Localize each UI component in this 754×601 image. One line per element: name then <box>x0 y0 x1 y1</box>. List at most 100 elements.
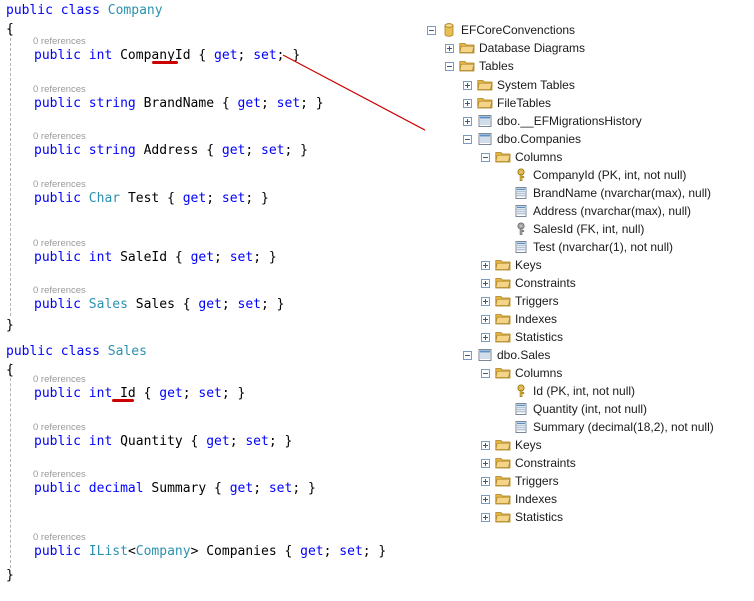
expand-plus-icon[interactable] <box>481 476 490 486</box>
tree-node[interactable]: Keys <box>481 437 542 453</box>
code-token-type: Company <box>107 3 163 18</box>
key-pk-icon <box>513 168 529 182</box>
code-token-kw: public <box>34 191 81 206</box>
tree-node[interactable]: Statistics <box>481 509 563 525</box>
collapse-minus-icon[interactable] <box>481 368 490 378</box>
tree-node[interactable]: BrandName (nvarchar(max), null) <box>499 185 711 201</box>
tree-node-label: System Tables <box>497 78 575 92</box>
tree-node[interactable]: Indexes <box>481 311 557 327</box>
tree-node-label: FileTables <box>497 96 552 110</box>
tree-node[interactable]: dbo.Companies <box>463 131 581 147</box>
collapse-minus-icon[interactable] <box>427 25 436 35</box>
code-token-kw: string <box>88 143 136 158</box>
folder-icon <box>495 456 511 470</box>
tree-node[interactable]: Indexes <box>481 491 557 507</box>
expand-plus-icon[interactable] <box>463 80 472 90</box>
code-token-brace: } <box>6 568 14 583</box>
code-token-id: Summary <box>151 481 207 496</box>
code-line: { <box>6 22 14 38</box>
code-token-punc: ; } <box>261 297 285 312</box>
tree-node-label: dbo.Companies <box>497 132 582 146</box>
collapse-minus-icon[interactable] <box>481 152 490 162</box>
collapse-minus-icon[interactable] <box>463 350 472 360</box>
tree-node[interactable]: Test (nvarchar(1), not null) <box>499 239 673 255</box>
code-token-punc <box>81 191 89 206</box>
expand-plus-icon[interactable] <box>463 98 472 108</box>
code-token-id: BrandName <box>143 96 215 111</box>
codelens-references-label[interactable]: 0 references <box>33 238 86 249</box>
tree-node[interactable]: Constraints <box>481 275 576 291</box>
expand-plus-icon[interactable] <box>445 43 454 53</box>
tree-node[interactable]: Statistics <box>481 329 563 345</box>
tree-node[interactable]: CompanyId (PK, int, not null) <box>499 167 686 183</box>
tree-node[interactable]: Address (nvarchar(max), null) <box>499 203 691 219</box>
code-token-kw: int <box>88 250 113 265</box>
expand-plus-icon[interactable] <box>481 296 490 306</box>
expand-plus-icon[interactable] <box>481 332 490 342</box>
tree-node[interactable]: Tables <box>445 58 514 74</box>
tree-node[interactable]: Id (PK, int, not null) <box>499 383 635 399</box>
code-line: public class Company <box>6 3 163 19</box>
expand-plus-icon[interactable] <box>481 440 490 450</box>
expand-plus-icon[interactable] <box>481 512 490 522</box>
tree-node[interactable]: SalesId (FK, int, null) <box>499 221 644 237</box>
code-token-punc <box>53 344 61 359</box>
code-token-kw: int <box>88 434 113 449</box>
code-token-punc: { <box>214 96 238 111</box>
collapse-minus-icon[interactable] <box>445 61 454 71</box>
codelens-references-label[interactable]: 0 references <box>33 422 86 433</box>
code-token-id: Quantity <box>120 434 183 449</box>
codelens-references-label[interactable]: 0 references <box>33 469 86 480</box>
tree-node[interactable]: Triggers <box>481 473 559 489</box>
collapse-minus-icon[interactable] <box>463 134 472 144</box>
tree-node[interactable]: Quantity (int, not null) <box>499 401 647 417</box>
tree-node[interactable]: Triggers <box>481 293 559 309</box>
code-editor-pane[interactable]: public class Company {public int Company I… <box>0 0 420 601</box>
red-underline-mark <box>152 61 178 64</box>
code-token-punc: ; } <box>292 481 316 496</box>
expand-plus-icon[interactable] <box>481 278 490 288</box>
codelens-references-label[interactable]: 0 references <box>33 285 86 296</box>
expand-plus-icon[interactable] <box>481 458 490 468</box>
code-token-id: Sales <box>135 297 175 312</box>
codelens-references-label[interactable]: 0 references <box>33 36 86 47</box>
expand-plus-icon[interactable] <box>481 314 490 324</box>
tree-node[interactable]: FileTables <box>463 95 551 111</box>
tree-node[interactable]: dbo.__EFMigrationsHistory <box>463 113 642 129</box>
tree-node-label: Indexes <box>515 312 558 326</box>
code-line: { <box>6 363 14 379</box>
code-token-kw: set <box>245 434 269 449</box>
code-token-kw: get <box>229 481 254 496</box>
expand-plus-icon[interactable] <box>481 494 490 504</box>
codelens-references-label[interactable]: 0 references <box>33 374 86 385</box>
code-token-kw: class <box>60 344 100 359</box>
indent-guide-sales-class <box>10 363 11 568</box>
tree-node[interactable]: EFCoreConvenctions <box>427 22 575 38</box>
tree-node[interactable]: Summary (decimal(18,2), not null) <box>499 419 714 435</box>
codelens-references-label[interactable]: 0 references <box>33 179 86 190</box>
code-token-punc: { <box>159 191 183 206</box>
code-token-punc: ; <box>221 297 238 312</box>
tree-node[interactable]: Columns <box>481 365 562 381</box>
tree-node-label: SalesId (FK, int, null) <box>533 222 645 236</box>
tree-node[interactable]: Database Diagrams <box>445 40 585 56</box>
tree-node-label: CompanyId (PK, int, not null) <box>533 168 687 182</box>
codelens-references-label[interactable]: 0 references <box>33 532 86 543</box>
code-token-punc: ; } <box>268 434 293 449</box>
code-token-punc <box>136 143 144 158</box>
object-explorer-tree[interactable]: EFCoreConvenctions Database Diagrams Table… <box>425 0 754 601</box>
folder-icon <box>495 330 511 344</box>
codelens-references-label[interactable]: 0 references <box>33 131 86 142</box>
tree-node-label: Columns <box>515 366 563 380</box>
code-token-punc: ; <box>245 143 262 158</box>
tree-node[interactable]: dbo.Sales <box>463 347 550 363</box>
codelens-references-label[interactable]: 0 references <box>33 84 86 95</box>
expand-plus-icon[interactable] <box>463 116 472 126</box>
code-token-type: Sales <box>107 344 147 359</box>
code-token-punc <box>81 434 89 449</box>
tree-node[interactable]: System Tables <box>463 77 575 93</box>
tree-node[interactable]: Constraints <box>481 455 576 471</box>
tree-node[interactable]: Columns <box>481 149 562 165</box>
tree-node[interactable]: Keys <box>481 257 542 273</box>
expand-plus-icon[interactable] <box>481 260 490 270</box>
